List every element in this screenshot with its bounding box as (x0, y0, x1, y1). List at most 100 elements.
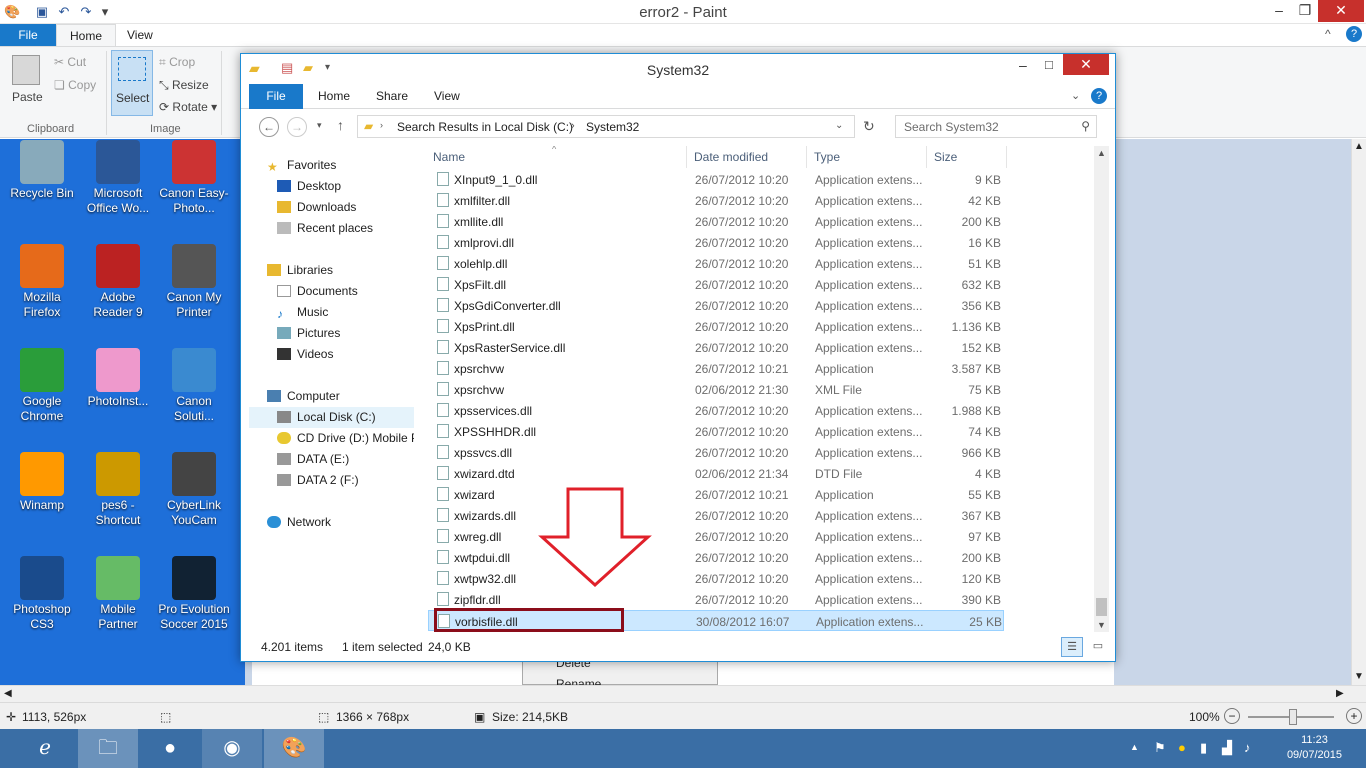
file-list-scrollbar[interactable]: ▲ ▼ (1094, 146, 1109, 632)
desktop-icon-9[interactable]: Winamp (4, 452, 80, 513)
scroll-up-icon[interactable]: ▲ (1097, 148, 1106, 158)
tray-app-icon[interactable]: ● (1178, 740, 1186, 755)
file-explorer-icon[interactable]: 🗀 (78, 729, 138, 768)
cut-button[interactable]: ✂ Cut (54, 55, 86, 69)
action-center-icon[interactable]: ⚑ (1154, 740, 1166, 756)
file-row[interactable]: xolehlp.dll 26/07/2012 10:20 Application e… (428, 253, 1004, 274)
chrome-taskbar-icon[interactable]: ◉ (202, 729, 262, 768)
up-button[interactable]: ↑ (337, 117, 344, 133)
forward-button[interactable]: → (287, 117, 307, 137)
scroll-down-icon[interactable]: ▼ (1097, 620, 1106, 630)
explorer-home-tab[interactable]: Home (318, 84, 350, 109)
address-bar[interactable]: ▰ › Search Results in Local Disk (C:) › … (357, 115, 855, 138)
file-row[interactable]: xmlprovi.dll 26/07/2012 10:20 Application … (428, 232, 1004, 253)
file-row[interactable]: XpsGdiConverter.dll 26/07/2012 10:20 Appli… (428, 295, 1004, 316)
explorer-view-tab[interactable]: View (434, 84, 460, 109)
file-row[interactable]: XInput9_1_0.dll 26/07/2012 10:20 Applicati… (428, 169, 1004, 190)
volume-icon[interactable]: ♪ (1244, 740, 1251, 755)
file-row[interactable]: XPSSHHDR.dll 26/07/2012 10:20 Application … (428, 421, 1004, 442)
file-row[interactable]: XpsFilt.dll 26/07/2012 10:20 Application e… (428, 274, 1004, 295)
file-row[interactable]: XpsRasterService.dll 26/07/2012 10:20 Appl… (428, 337, 1004, 358)
nav-cd-drive[interactable]: CD Drive (D:) Mobile P (277, 431, 414, 445)
scroll-up-icon[interactable]: ▲ (1354, 141, 1364, 152)
nav-recent-places[interactable]: Recent places (277, 221, 373, 235)
file-row[interactable]: xwizard 26/07/2012 10:21 Application 55 KB (428, 484, 1004, 505)
copy-button[interactable]: ❏ Copy (54, 78, 96, 92)
back-button[interactable]: ← (259, 117, 279, 137)
explorer-minimize-button[interactable]: – (1019, 57, 1027, 73)
battery-icon[interactable]: ▮ (1200, 740, 1207, 756)
file-row[interactable]: xpsrchvw 26/07/2012 10:21 Application 3.587… (428, 358, 1004, 379)
paint-home-tab[interactable]: Home (56, 24, 117, 46)
file-row[interactable]: xmlfilter.dll 26/07/2012 10:20 Application… (428, 190, 1004, 211)
desktop-icon-14[interactable]: Pro Evolution Soccer 2015 (156, 556, 232, 632)
paint-restore-button[interactable]: ❐ (1290, 0, 1320, 22)
nav-network[interactable]: Network (267, 515, 331, 529)
details-view-button[interactable]: ☰ (1061, 637, 1083, 657)
breadcrumb-search-results[interactable]: Search Results in Local Disk (C:) (397, 120, 573, 134)
resize-button[interactable]: ⤡ Resize (159, 78, 209, 93)
explorer-file-tab[interactable]: File (249, 84, 303, 109)
address-dropdown-icon[interactable]: ⌄ (835, 120, 843, 131)
paint-taskbar-icon[interactable]: 🎨 (264, 729, 324, 768)
desktop-icon-13[interactable]: Mobile Partner (80, 556, 156, 632)
collapse-ribbon-icon[interactable]: ^ (1325, 27, 1331, 41)
nav-data-e[interactable]: DATA (E:) (277, 452, 349, 466)
column-header-size[interactable]: Size (934, 150, 957, 164)
paste-button[interactable]: Paste (12, 90, 43, 104)
scrollbar-thumb[interactable] (1096, 598, 1107, 616)
file-row[interactable]: xpssvcs.dll 26/07/2012 10:20 Application e… (428, 442, 1004, 463)
help-icon[interactable]: ? (1346, 26, 1362, 42)
explorer-share-tab[interactable]: Share (376, 84, 408, 109)
file-row[interactable]: xwizards.dll 26/07/2012 10:20 Application … (428, 505, 1004, 526)
refresh-icon[interactable]: ↻ (863, 118, 875, 135)
file-row[interactable]: xwtpdui.dll 26/07/2012 10:20 Application e… (428, 547, 1004, 568)
column-header-name[interactable]: Name (433, 150, 465, 164)
column-header-date[interactable]: Date modified (694, 150, 768, 164)
paint-view-tab[interactable]: View (114, 24, 166, 46)
desktop-icon-11[interactable]: CyberLink YouCam (156, 452, 232, 528)
explorer-close-button[interactable]: ✕ (1063, 54, 1109, 75)
nav-documents[interactable]: Documents (277, 284, 358, 298)
file-row[interactable]: xpsrchvw 02/06/2012 21:30 XML File 75 KB (428, 379, 1004, 400)
file-row[interactable]: xpsservices.dll 26/07/2012 10:20 Applicati… (428, 400, 1004, 421)
nav-desktop[interactable]: Desktop (277, 179, 341, 193)
nav-local-disk[interactable]: Local Disk (C:) (249, 407, 414, 428)
recent-locations-icon[interactable]: ▾ (317, 120, 322, 131)
rotate-button[interactable]: ⟳ Rotate ▾ (159, 100, 217, 114)
explorer-maximize-button[interactable]: □ (1045, 57, 1053, 72)
desktop-icon-1[interactable]: Microsoft Office Wo... (80, 140, 156, 216)
internet-explorer-icon[interactable]: ℯ (15, 729, 75, 768)
desktop-icon-12[interactable]: Photoshop CS3 (4, 556, 80, 632)
network-signal-icon[interactable]: ▟ (1222, 740, 1232, 756)
file-row[interactable]: xwizard.dtd 02/06/2012 21:34 DTD File 4 KB (428, 463, 1004, 484)
nav-music[interactable]: ♪ Music (277, 305, 328, 321)
column-header-type[interactable]: Type (814, 150, 840, 164)
file-row[interactable]: XpsPrint.dll 26/07/2012 10:20 Application … (428, 316, 1004, 337)
paint-close-button[interactable]: ✕ (1318, 0, 1364, 22)
nav-downloads[interactable]: Downloads (277, 200, 356, 214)
nav-favorites[interactable]: ★ Favorites (267, 158, 336, 174)
desktop-icon-7[interactable]: PhotoInst... (80, 348, 156, 409)
desktop-icon-3[interactable]: Mozilla Firefox (4, 244, 80, 320)
file-row[interactable]: xwreg.dll 26/07/2012 10:20 Application ext… (428, 526, 1004, 547)
clock[interactable]: 11:23 09/07/2015 (1287, 733, 1342, 763)
firefox-taskbar-icon[interactable]: ● (140, 729, 200, 768)
desktop-icon-6[interactable]: Google Chrome (4, 348, 80, 424)
desktop-icon-0[interactable]: Recycle Bin (4, 140, 80, 201)
file-row[interactable]: zipfldr.dll 26/07/2012 10:20 Application e… (428, 589, 1004, 610)
search-input[interactable]: Search System32 ⚲ (895, 115, 1097, 138)
nav-computer[interactable]: Computer (267, 389, 340, 403)
desktop-icon-5[interactable]: Canon My Printer (156, 244, 232, 320)
file-row[interactable]: xwtpw32.dll 26/07/2012 10:20 Application e… (428, 568, 1004, 589)
crop-button[interactable]: ⌗ Crop (159, 55, 195, 70)
breadcrumb-system32[interactable]: System32 (586, 120, 639, 134)
nav-pictures[interactable]: Pictures (277, 326, 340, 340)
nav-videos[interactable]: Videos (277, 347, 333, 361)
expand-ribbon-icon[interactable]: ⌄ (1071, 89, 1080, 102)
paint-horizontal-scrollbar[interactable]: ◀ ▶ (0, 685, 1366, 702)
scroll-left-icon[interactable]: ◀ (4, 688, 12, 699)
zoom-out-button[interactable]: − (1224, 708, 1240, 724)
explorer-help-icon[interactable]: ? (1091, 88, 1107, 104)
nav-data-f[interactable]: DATA 2 (F:) (277, 473, 359, 487)
